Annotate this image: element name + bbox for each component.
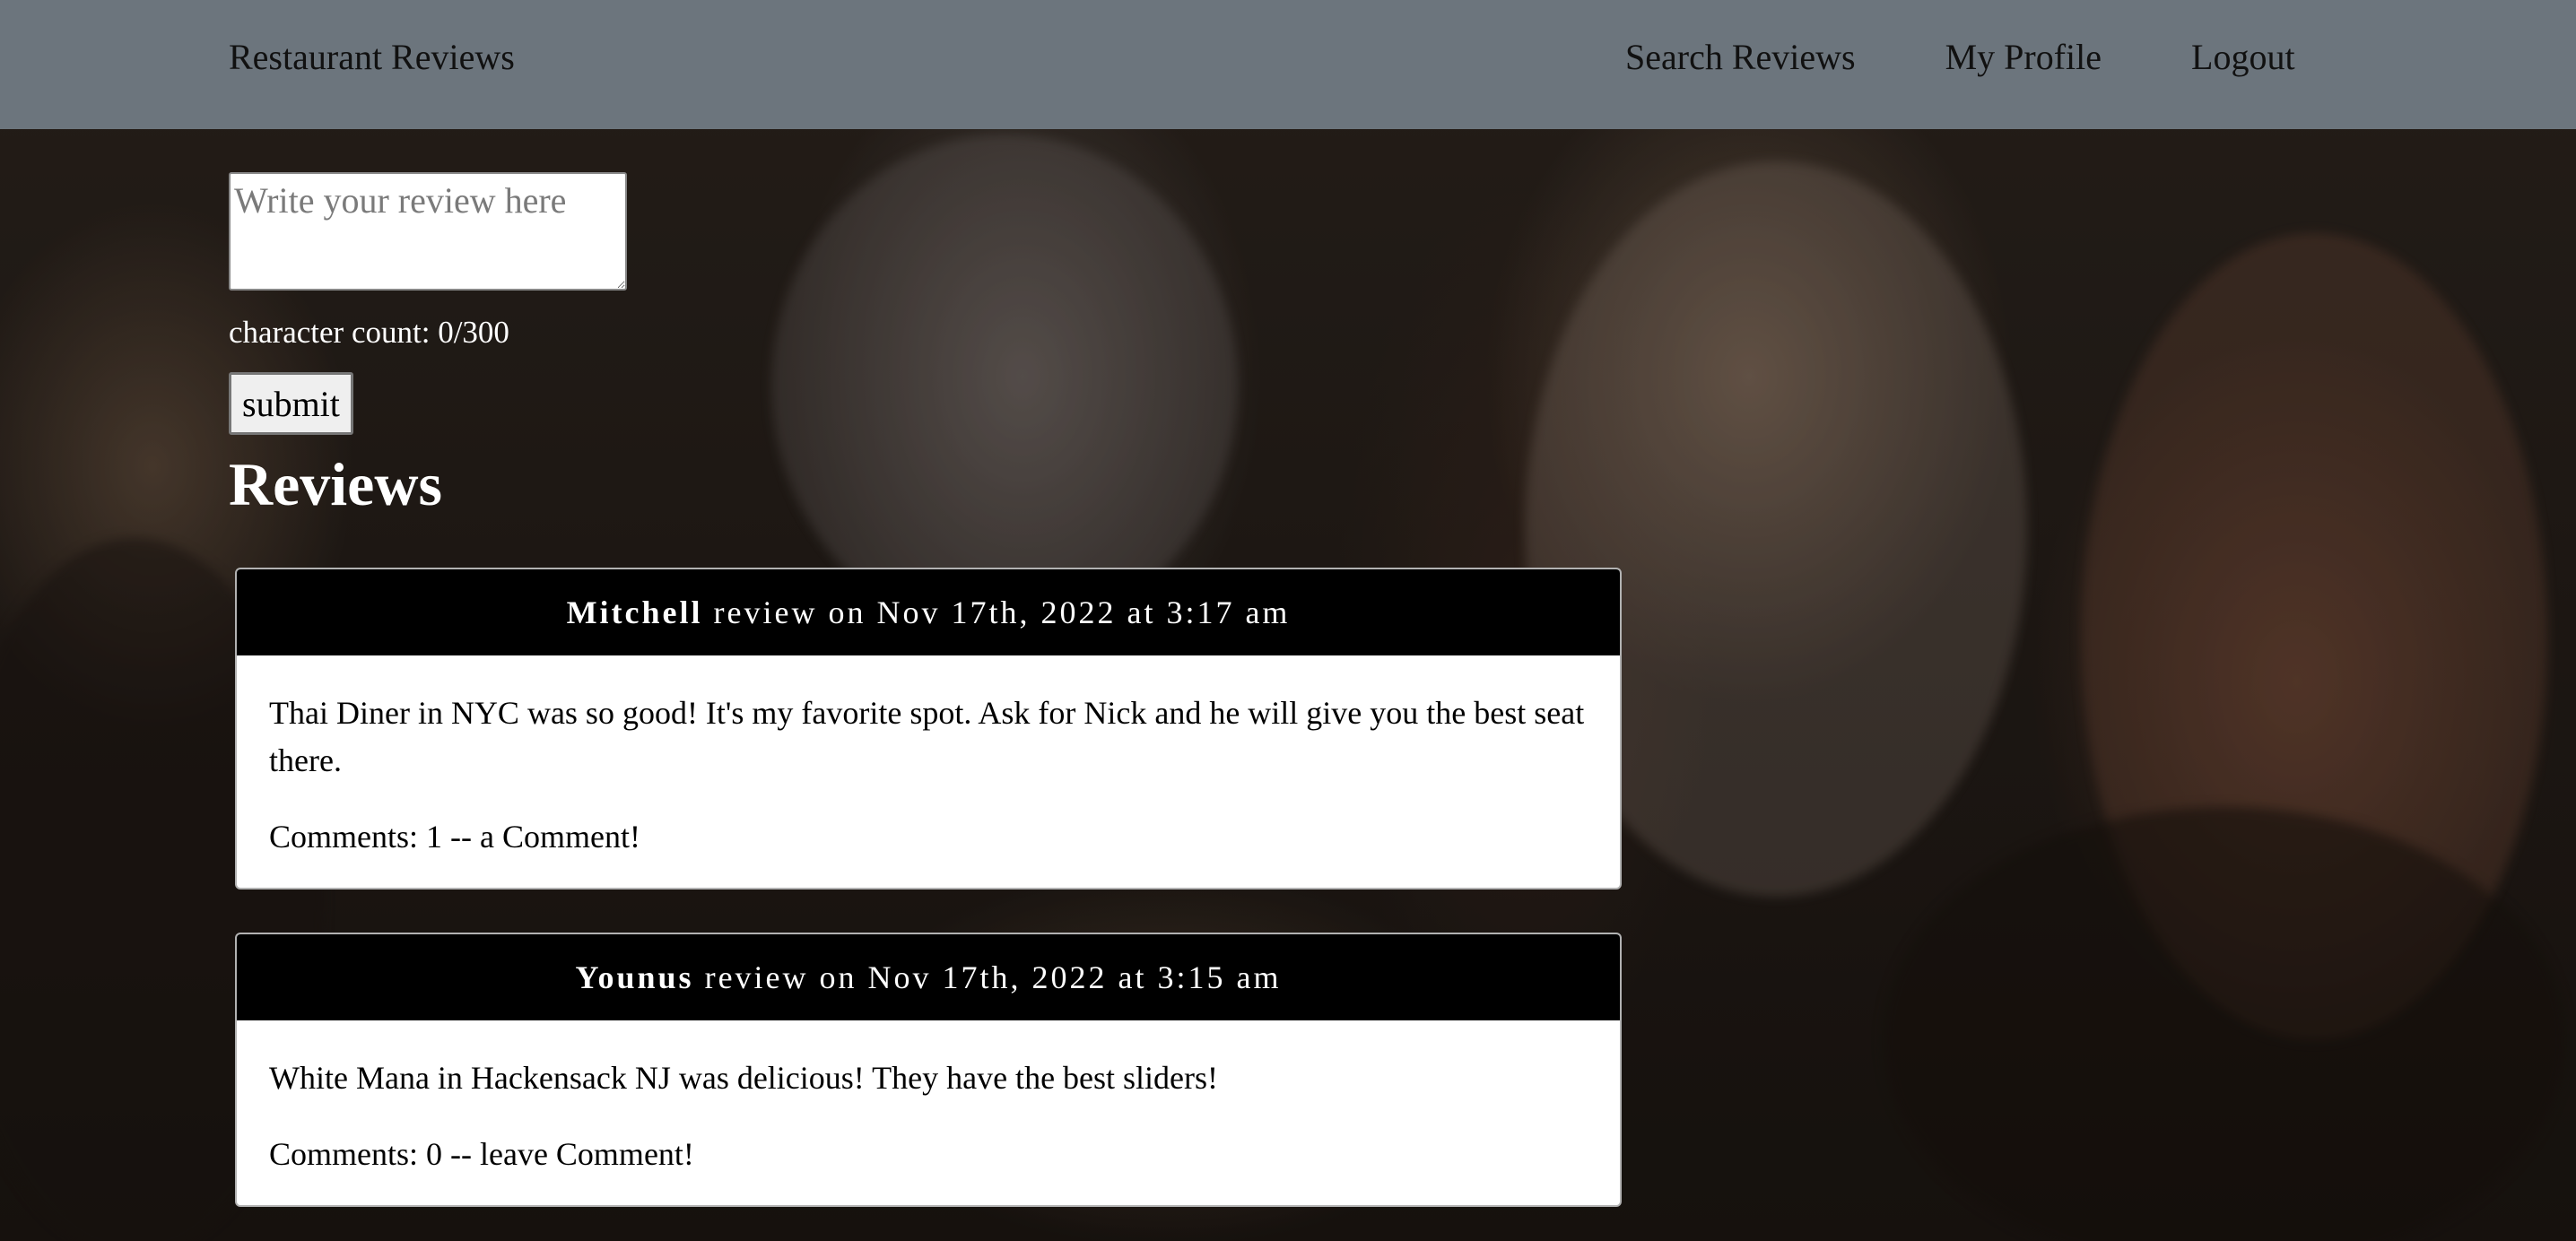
review-meta: review on Nov 17th, 2022 at 3:15 am xyxy=(704,959,1282,995)
review-card-header: Mitchell review on Nov 17th, 2022 at 3:1… xyxy=(237,569,1620,655)
review-card-body: Thai Diner in NYC was so good! It's my f… xyxy=(237,655,1620,888)
submit-button[interactable]: submit xyxy=(229,372,353,435)
character-count: character count: 0/300 xyxy=(229,315,509,350)
review-text: Thai Diner in NYC was so good! It's my f… xyxy=(269,695,1585,778)
nav-my-profile-link[interactable]: My Profile xyxy=(1945,36,2102,78)
review-author: Younus xyxy=(575,959,694,995)
review-card: Mitchell review on Nov 17th, 2022 at 3:1… xyxy=(235,568,1622,890)
top-navbar: Restaurant Reviews Search Reviews My Pro… xyxy=(0,0,2576,129)
review-form: character count: 0/300 submit Reviews xyxy=(229,172,627,518)
review-author: Mitchell xyxy=(566,594,703,630)
nav-logout-link[interactable]: Logout xyxy=(2191,36,2295,78)
review-comments-link[interactable]: Comments: 1 -- a Comment! xyxy=(269,813,1588,861)
review-card-header: Younus review on Nov 17th, 2022 at 3:15 … xyxy=(237,934,1620,1020)
nav-search-reviews-link[interactable]: Search Reviews xyxy=(1625,36,1856,78)
review-comments-link[interactable]: Comments: 0 -- leave Comment! xyxy=(269,1131,1588,1178)
review-card: Younus review on Nov 17th, 2022 at 3:15 … xyxy=(235,933,1622,1207)
reviews-heading: Reviews xyxy=(229,450,442,518)
brand-link[interactable]: Restaurant Reviews xyxy=(229,36,515,78)
review-card-body: White Mana in Hackensack NJ was deliciou… xyxy=(237,1020,1620,1205)
review-textarea[interactable] xyxy=(229,172,627,291)
review-text: White Mana in Hackensack NJ was deliciou… xyxy=(269,1060,1219,1096)
nav-links: Search Reviews My Profile Logout xyxy=(1625,36,2295,78)
review-meta: review on Nov 17th, 2022 at 3:17 am xyxy=(713,594,1291,630)
